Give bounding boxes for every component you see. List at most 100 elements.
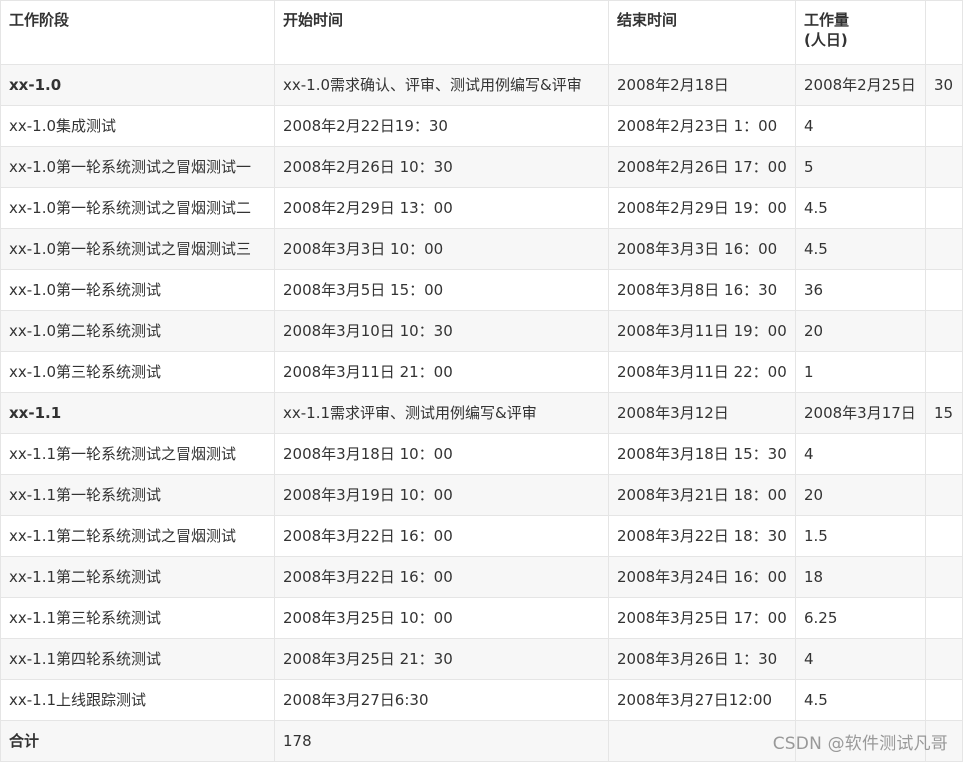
table-row: xx-1.1第四轮系统测试 2008年3月25日 21：30 2008年3月26日 …: [0, 638, 963, 680]
cell-start-time: 2008年3月10日 10：30: [274, 310, 609, 352]
cell-start-time: 178: [274, 720, 609, 762]
table-row: xx-1.0集成测试 2008年2月22日19：30 2008年2月23日 1：00…: [0, 105, 963, 147]
header-row: 工作阶段 开始时间 结束时间 工作量 (人日): [0, 0, 963, 65]
cell-extra: [925, 433, 963, 475]
cell-end-time: 2008年2月26日 17：00: [608, 146, 796, 188]
table-row: xx-1.1第二轮系统测试 2008年3月22日 16：00 2008年3月24日 …: [0, 556, 963, 598]
cell-end-time: 2008年3月12日: [608, 392, 796, 434]
cell-workload: 2008年3月17日: [795, 392, 926, 434]
cell-end-time: 2008年3月26日 1：30: [608, 638, 796, 680]
watermark: CSDN @软件测试凡哥: [772, 734, 948, 754]
table-row: xx-1.0第一轮系统测试之冒烟测试一 2008年2月26日 10：30 2008年…: [0, 146, 963, 188]
cell-start-time: 2008年3月27日6:30: [274, 679, 609, 721]
header-workload: 工作量 (人日): [795, 0, 926, 65]
cell-workload: 6.25: [795, 597, 926, 639]
cell-phase: xx-1.0第一轮系统测试之冒烟测试一: [0, 146, 275, 188]
cell-extra: [925, 597, 963, 639]
cell-workload: 2008年2月25日: [795, 64, 926, 106]
cell-workload: 4: [795, 105, 926, 147]
header-workload-label: 工作量: [804, 11, 850, 29]
cell-workload: 20: [795, 474, 926, 516]
cell-extra: [925, 474, 963, 516]
cell-phase: xx-1.1第四轮系统测试: [0, 638, 275, 680]
table-row: xx-1.0第一轮系统测试之冒烟测试二 2008年2月29日 13：00 2008年…: [0, 187, 963, 229]
cell-start-time: 2008年3月3日 10：00: [274, 228, 609, 270]
cell-start-time: 2008年2月26日 10：30: [274, 146, 609, 188]
cell-extra: [925, 515, 963, 557]
cell-extra: 15: [925, 392, 963, 434]
cell-end-time: 2008年3月11日 19：00: [608, 310, 796, 352]
cell-end-time: 2008年3月21日 18：00: [608, 474, 796, 516]
cell-end-time: 2008年3月25日 17：00: [608, 597, 796, 639]
cell-phase: xx-1.0第一轮系统测试之冒烟测试三: [0, 228, 275, 270]
cell-end-time: [608, 720, 796, 762]
cell-phase: xx-1.1第三轮系统测试: [0, 597, 275, 639]
cell-start-time: 2008年3月18日 10：00: [274, 433, 609, 475]
cell-extra: [925, 638, 963, 680]
cell-start-time: xx-1.1需求评审、测试用例编写&评审: [274, 392, 609, 434]
cell-phase: xx-1.1第一轮系统测试: [0, 474, 275, 516]
cell-workload: 4: [795, 433, 926, 475]
table-row: xx-1.1第一轮系统测试之冒烟测试 2008年3月18日 10：00 2008年3…: [0, 433, 963, 475]
table-row: xx-1.0第三轮系统测试 2008年3月11日 21：00 2008年3月11日 …: [0, 351, 963, 393]
cell-phase: xx-1.0第二轮系统测试: [0, 310, 275, 352]
cell-phase: xx-1.0第一轮系统测试之冒烟测试二: [0, 187, 275, 229]
cell-extra: [925, 310, 963, 352]
cell-phase: xx-1.0: [0, 64, 275, 106]
cell-phase: xx-1.1第二轮系统测试之冒烟测试: [0, 515, 275, 557]
cell-extra: [925, 269, 963, 311]
header-end-time: 结束时间: [608, 0, 796, 65]
cell-extra: [925, 679, 963, 721]
cell-end-time: 2008年2月23日 1：00: [608, 105, 796, 147]
cell-extra: [925, 105, 963, 147]
cell-phase: xx-1.0第三轮系统测试: [0, 351, 275, 393]
cell-start-time: 2008年3月25日 10：00: [274, 597, 609, 639]
table-row: xx-1.0第一轮系统测试 2008年3月5日 15：00 2008年3月8日 16…: [0, 269, 963, 311]
cell-start-time: 2008年3月19日 10：00: [274, 474, 609, 516]
cell-phase: xx-1.1第二轮系统测试: [0, 556, 275, 598]
cell-end-time: 2008年3月8日 16：30: [608, 269, 796, 311]
cell-start-time: 2008年3月25日 21：30: [274, 638, 609, 680]
cell-extra: [925, 351, 963, 393]
cell-start-time: 2008年3月22日 16：00: [274, 556, 609, 598]
cell-workload: 20: [795, 310, 926, 352]
cell-end-time: 2008年3月27日12:00: [608, 679, 796, 721]
cell-workload: 4.5: [795, 187, 926, 229]
cell-extra: [925, 187, 963, 229]
table-row: xx-1.0第一轮系统测试之冒烟测试三 2008年3月3日 10：00 2008年3…: [0, 228, 963, 270]
table-header: 工作阶段 开始时间 结束时间 工作量 (人日): [0, 0, 963, 65]
cell-end-time: 2008年3月18日 15：30: [608, 433, 796, 475]
schedule-table: 工作阶段 开始时间 结束时间 工作量 (人日) xx-1.0 xx-1.0需求确认…: [0, 0, 963, 762]
cell-end-time: 2008年2月18日: [608, 64, 796, 106]
table-row: xx-1.1 xx-1.1需求评审、测试用例编写&评审 2008年3月12日 2008…: [0, 392, 963, 434]
header-extra: [925, 0, 963, 65]
cell-workload: 5: [795, 146, 926, 188]
cell-start-time: 2008年3月11日 21：00: [274, 351, 609, 393]
table-row: xx-1.0第二轮系统测试 2008年3月10日 10：30 2008年3月11日 …: [0, 310, 963, 352]
cell-workload: 1.5: [795, 515, 926, 557]
cell-workload: 4: [795, 638, 926, 680]
cell-workload: 18: [795, 556, 926, 598]
cell-workload: 4.5: [795, 228, 926, 270]
header-workload-unit: (人日): [804, 31, 848, 49]
cell-phase: xx-1.0第一轮系统测试: [0, 269, 275, 311]
cell-phase: 合计: [0, 720, 275, 762]
header-start-time: 开始时间: [274, 0, 609, 65]
cell-end-time: 2008年3月24日 16：00: [608, 556, 796, 598]
cell-end-time: 2008年3月22日 18：30: [608, 515, 796, 557]
cell-phase: xx-1.0集成测试: [0, 105, 275, 147]
table-row: xx-1.1第二轮系统测试之冒烟测试 2008年3月22日 16：00 2008年3…: [0, 515, 963, 557]
cell-extra: [925, 146, 963, 188]
table-row: xx-1.1上线跟踪测试 2008年3月27日6:30 2008年3月27日12:0…: [0, 679, 963, 721]
cell-extra: 30: [925, 64, 963, 106]
cell-start-time: 2008年3月5日 15：00: [274, 269, 609, 311]
cell-extra: [925, 556, 963, 598]
header-phase: 工作阶段: [0, 0, 275, 65]
cell-workload: 1: [795, 351, 926, 393]
cell-phase: xx-1.1: [0, 392, 275, 434]
cell-start-time: 2008年2月22日19：30: [274, 105, 609, 147]
cell-end-time: 2008年2月29日 19：00: [608, 187, 796, 229]
cell-workload: 4.5: [795, 679, 926, 721]
table-row: xx-1.0 xx-1.0需求确认、评审、测试用例编写&评审 2008年2月18日 2…: [0, 64, 963, 106]
cell-start-time: xx-1.0需求确认、评审、测试用例编写&评审: [274, 64, 609, 106]
